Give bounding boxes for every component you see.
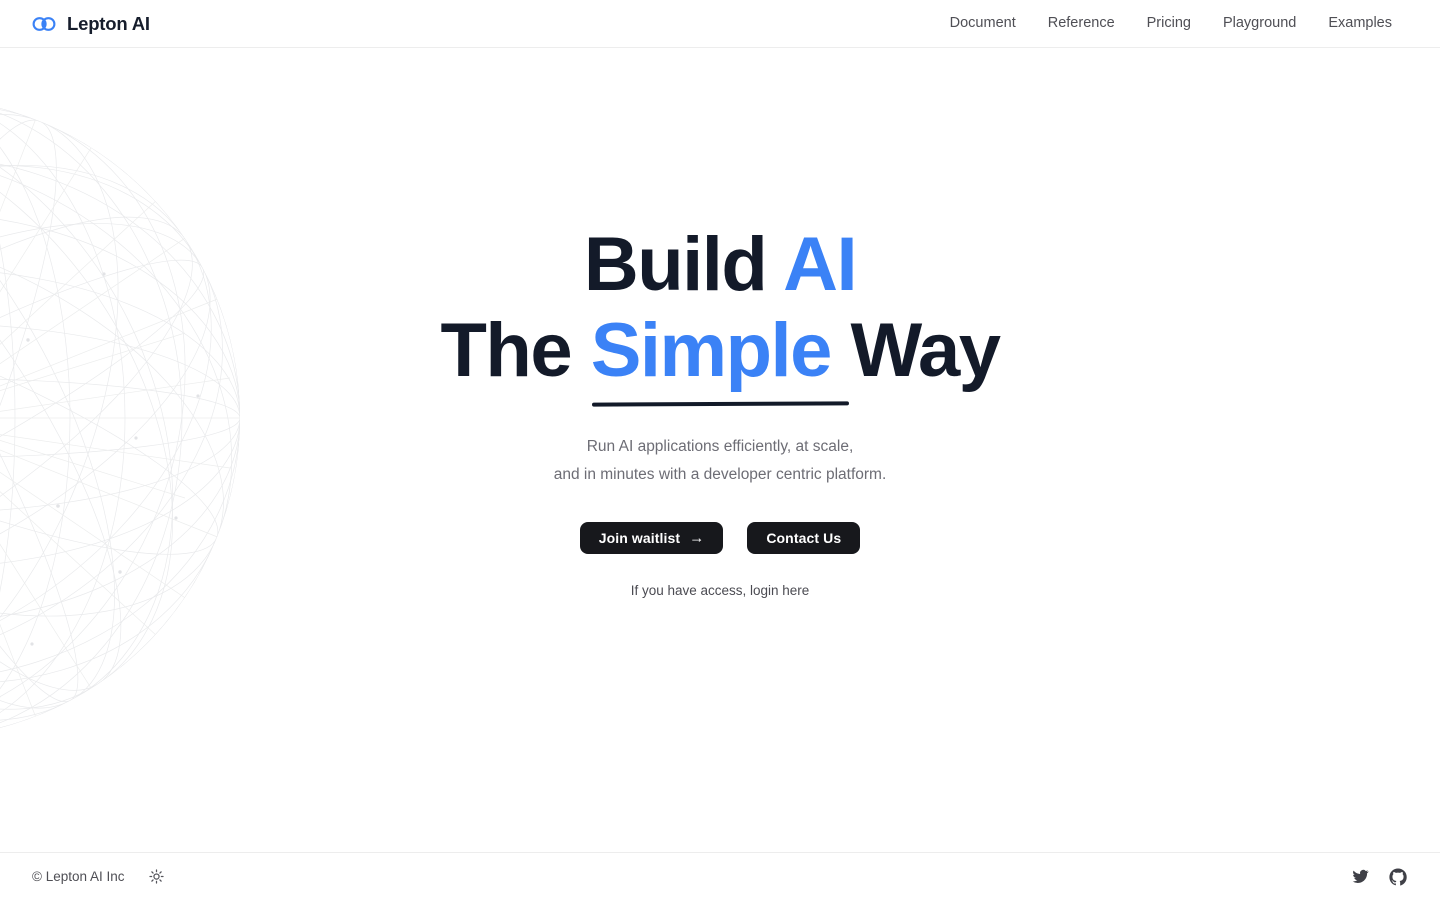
copyright-text: © Lepton AI Inc bbox=[32, 869, 125, 884]
nav-item-document[interactable]: Document bbox=[934, 10, 1032, 37]
main-nav: Document Reference Pricing Playground Ex… bbox=[934, 10, 1408, 37]
site-footer: © Lepton AI Inc bbox=[0, 852, 1440, 900]
footer-social-group bbox=[1350, 867, 1408, 887]
login-link[interactable]: If you have access, login here bbox=[631, 583, 810, 598]
hero-subtitle-line-2: and in minutes with a developer centric … bbox=[553, 465, 887, 483]
join-waitlist-label: Join waitlist bbox=[598, 529, 681, 546]
headline-accent-ai: AI bbox=[783, 221, 858, 307]
theme-toggle-button[interactable] bbox=[147, 867, 167, 887]
headline-line2-tail: Way bbox=[830, 307, 1001, 393]
hero-section: Build AI The Simple Way Run AI applicati… bbox=[0, 48, 1440, 852]
footer-left-group: © Lepton AI Inc bbox=[32, 867, 167, 887]
cta-button-group: Join waitlist → Contact Us bbox=[579, 521, 861, 554]
nav-item-examples[interactable]: Examples bbox=[1312, 10, 1408, 37]
nav-item-pricing[interactable]: Pricing bbox=[1131, 10, 1207, 37]
contact-us-label: Contact Us bbox=[766, 529, 842, 546]
hero-subtitle: Run AI applications efficiently, at scal… bbox=[554, 433, 887, 489]
site-header: Lepton AI Document Reference Pricing Pla… bbox=[0, 0, 1440, 48]
twitter-icon bbox=[1352, 869, 1369, 884]
headline-accent-simple: Simple bbox=[590, 307, 833, 393]
hero-subtitle-line-1: Run AI applications efficiently, at scal… bbox=[586, 437, 854, 455]
lepton-logo-icon bbox=[32, 16, 56, 31]
login-note: If you have access, login here bbox=[631, 583, 810, 598]
brand-home-link[interactable]: Lepton AI bbox=[32, 12, 150, 36]
headline-line2-text: The bbox=[440, 307, 591, 393]
headline-line1-text: Build bbox=[583, 221, 784, 307]
twitter-link[interactable] bbox=[1350, 867, 1370, 887]
github-link[interactable] bbox=[1388, 867, 1408, 887]
nav-item-playground[interactable]: Playground bbox=[1207, 10, 1312, 37]
arrow-right-icon: → bbox=[689, 529, 705, 547]
page-title: Build AI The Simple Way bbox=[441, 226, 1001, 393]
contact-us-button[interactable]: Contact Us bbox=[747, 521, 861, 554]
join-waitlist-button[interactable]: Join waitlist → bbox=[579, 521, 724, 554]
github-icon bbox=[1389, 867, 1407, 885]
nav-item-reference[interactable]: Reference bbox=[1032, 10, 1131, 37]
sun-icon bbox=[149, 869, 164, 884]
brand-name: Lepton AI bbox=[67, 12, 150, 34]
